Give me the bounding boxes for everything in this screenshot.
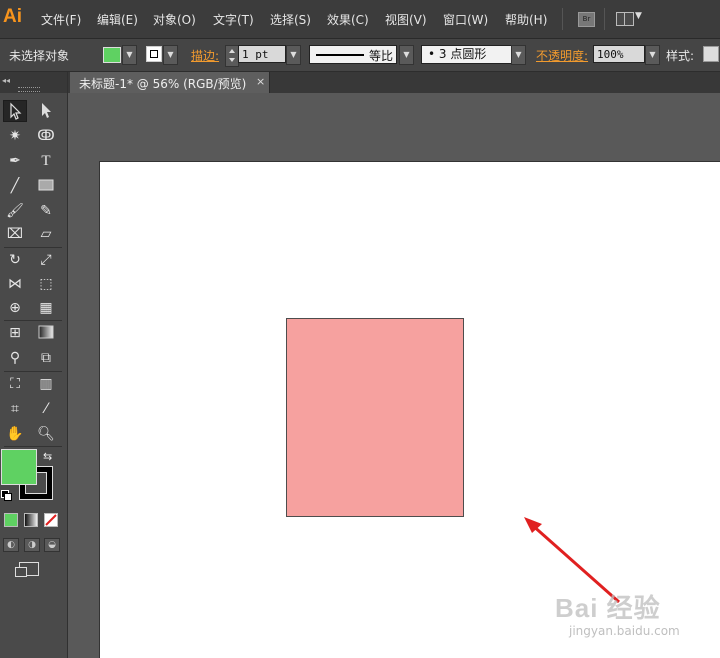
- pink-rectangle[interactable]: [286, 318, 464, 517]
- blob-brush-tool-icon[interactable]: ⌧: [3, 223, 27, 245]
- shape-builder-tool-icon[interactable]: ⊕: [3, 297, 27, 319]
- stroke-weight-dropdown-icon[interactable]: ▼: [286, 45, 301, 65]
- rectangle-tool-icon[interactable]: [34, 175, 58, 197]
- tools-divider: [4, 247, 62, 248]
- style-label: 样式:: [666, 49, 695, 63]
- collapse-icon[interactable]: ◂◂: [2, 76, 10, 85]
- column-graph-tool-icon[interactable]: ▥: [34, 373, 58, 395]
- fill-dropdown-icon[interactable]: ▼: [122, 45, 137, 65]
- perspective-grid-tool-icon[interactable]: ▦: [34, 297, 58, 319]
- fill-color-box[interactable]: [1, 449, 37, 485]
- document-tab[interactable]: 未标题-1* @ 56% (RGB/预览) ×: [70, 72, 270, 93]
- menu-divider: [604, 8, 605, 30]
- draw-normal-icon[interactable]: ◐: [3, 538, 19, 552]
- menu-type[interactable]: 文字(T): [213, 11, 254, 28]
- swap-fill-stroke-icon[interactable]: ⇆: [43, 450, 52, 463]
- zoom-tool-icon[interactable]: 🔍︎: [34, 423, 58, 445]
- document-tab-title: 未标题-1* @ 56% (RGB/预览): [79, 77, 247, 91]
- selection-tool-icon[interactable]: [3, 100, 27, 122]
- slice-tool-icon[interactable]: ⁄: [34, 398, 58, 420]
- menu-window[interactable]: 窗口(W): [443, 11, 488, 28]
- stroke-swatch[interactable]: [146, 46, 162, 62]
- screen-mode-icon[interactable]: [15, 562, 39, 577]
- menu-edit[interactable]: 编辑(E): [97, 11, 138, 28]
- gradient-tool-icon[interactable]: [34, 322, 58, 344]
- menu-view[interactable]: 视图(V): [385, 11, 427, 28]
- tools-divider: [4, 371, 62, 372]
- blend-tool-icon[interactable]: ⧉: [34, 347, 58, 369]
- width-tool-icon[interactable]: ⋈: [3, 273, 27, 295]
- panel-grip[interactable]: [18, 87, 40, 92]
- opacity-dropdown-icon[interactable]: ▼: [645, 45, 660, 65]
- default-colors-icon[interactable]: [1, 490, 12, 501]
- close-icon[interactable]: ×: [256, 75, 265, 88]
- symbol-sprayer-tool-icon[interactable]: ⛶: [3, 373, 27, 395]
- stroke-weight-stepper[interactable]: [225, 45, 239, 67]
- type-tool-icon[interactable]: T: [34, 150, 58, 172]
- app-logo: Ai: [3, 6, 22, 27]
- fill-swatch[interactable]: [103, 47, 121, 63]
- paintbrush-tool-icon[interactable]: 🖌: [3, 200, 27, 222]
- chevron-down-icon[interactable]: ▼: [635, 11, 642, 21]
- artboard-tool-icon[interactable]: ⌗: [3, 398, 27, 420]
- profile-label: 等比: [368, 49, 393, 63]
- brush-dropdown-icon[interactable]: ▼: [511, 45, 526, 65]
- stroke-dropdown-icon[interactable]: ▼: [163, 45, 178, 65]
- selection-status: 未选择对象: [9, 49, 70, 63]
- eyedropper-tool-icon[interactable]: ⚲: [3, 347, 27, 369]
- pencil-tool-icon[interactable]: ✎: [34, 200, 58, 222]
- tools-divider: [4, 320, 62, 321]
- menu-bar: Ai 文件(F) 编辑(E) 对象(O) 文字(T) 选择(S) 效果(C) 视…: [0, 0, 720, 39]
- tools-divider: [4, 446, 62, 447]
- lasso-tool-icon[interactable]: ↂ: [34, 125, 58, 147]
- none-mode-icon[interactable]: [44, 513, 58, 527]
- gradient-mode-icon[interactable]: [24, 513, 38, 527]
- menu-file[interactable]: 文件(F): [41, 11, 81, 28]
- mesh-tool-icon[interactable]: ⊞: [3, 322, 27, 344]
- rotate-tool-icon[interactable]: ↻: [3, 249, 27, 271]
- profile-dropdown-icon[interactable]: ▼: [399, 45, 414, 65]
- tools-panel-header: ◂◂: [0, 72, 67, 93]
- watermark-url: jingyan.baidu.com: [569, 624, 680, 638]
- menu-help[interactable]: 帮助(H): [505, 11, 547, 28]
- draw-behind-icon[interactable]: ◑: [24, 538, 40, 552]
- menu-object[interactable]: 对象(O): [153, 11, 196, 28]
- free-transform-tool-icon[interactable]: ⬚: [34, 273, 58, 295]
- color-mode-icon[interactable]: [4, 513, 18, 527]
- line-tool-icon[interactable]: ╱: [3, 175, 27, 197]
- menu-divider: [562, 8, 563, 30]
- menu-select[interactable]: 选择(S): [270, 11, 311, 28]
- opacity-panel-link[interactable]: 不透明度:: [536, 47, 588, 64]
- variable-width-profile[interactable]: 等比: [309, 45, 397, 64]
- scale-tool-icon[interactable]: ⤢: [34, 249, 58, 271]
- arrange-documents-icon[interactable]: [616, 12, 634, 26]
- profile-line-preview: [316, 54, 364, 56]
- stroke-weight-field[interactable]: 1 pt: [238, 45, 286, 63]
- stroke-panel-link[interactable]: 描边:: [191, 47, 219, 64]
- brush-definition[interactable]: • 3 点圆形: [421, 45, 512, 64]
- pen-tool-icon[interactable]: ✒: [3, 150, 27, 172]
- bridge-button[interactable]: Br: [578, 12, 595, 27]
- hand-tool-icon[interactable]: ✋: [3, 423, 27, 445]
- draw-inside-icon[interactable]: ◒: [44, 538, 60, 552]
- watermark-logo: Bai 经验: [555, 593, 661, 623]
- menu-effect[interactable]: 效果(C): [327, 11, 369, 28]
- direct-selection-tool-icon[interactable]: [34, 100, 58, 122]
- graphic-style-swatch[interactable]: [703, 46, 719, 62]
- eraser-tool-icon[interactable]: ▱: [34, 223, 58, 245]
- magic-wand-tool-icon[interactable]: ✷: [3, 125, 27, 147]
- opacity-field[interactable]: 100%: [593, 45, 645, 63]
